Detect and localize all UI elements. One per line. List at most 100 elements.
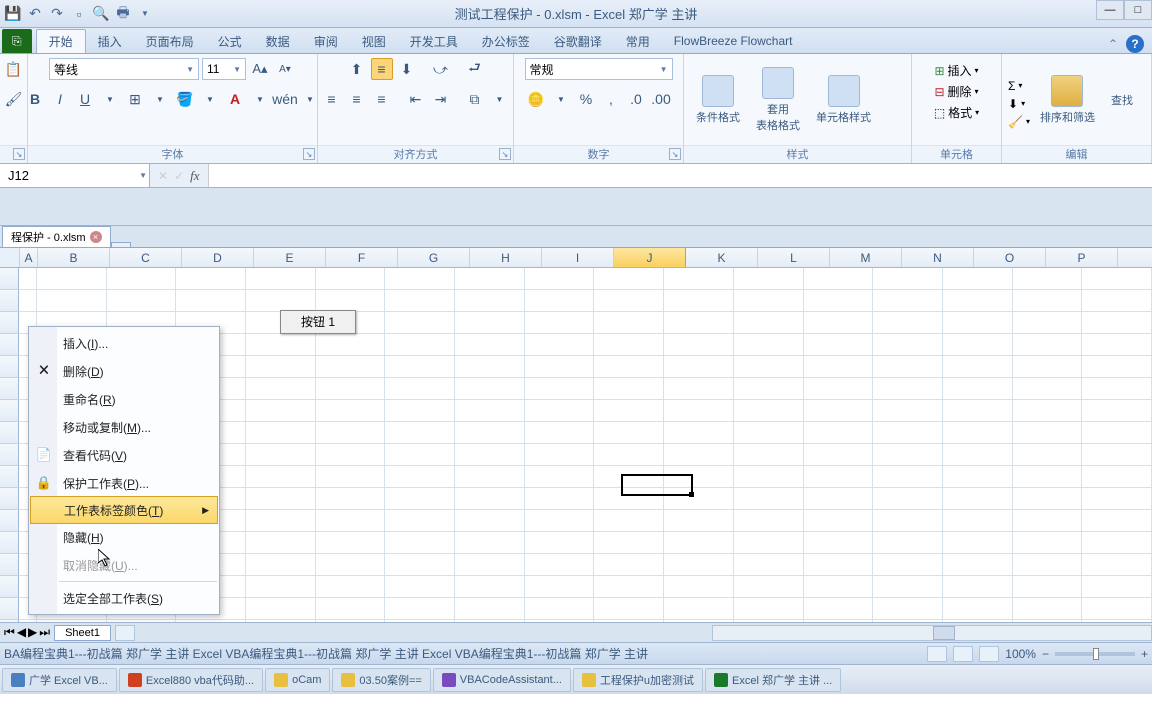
undo-icon[interactable]: ↶: [26, 5, 44, 23]
indent-dec-icon[interactable]: ⇤: [405, 88, 427, 110]
sheet-nav-first-icon[interactable]: ⏮: [4, 625, 15, 640]
percent-icon[interactable]: %: [575, 88, 597, 110]
col-header[interactable]: G: [398, 248, 470, 267]
print-icon[interactable]: 🖶: [114, 5, 132, 23]
align-bottom-icon[interactable]: ⬇: [396, 58, 418, 80]
conditional-format-button[interactable]: 条件格式: [690, 71, 746, 129]
sort-filter-button[interactable]: 排序和筛选: [1034, 71, 1101, 129]
collapse-ribbon-icon[interactable]: ⌃: [1108, 37, 1118, 51]
dec-decimal-icon[interactable]: .00: [650, 88, 672, 110]
align-center-icon[interactable]: ≡: [346, 88, 368, 110]
maximize-button[interactable]: □: [1124, 0, 1152, 20]
tab-common[interactable]: 常用: [614, 29, 662, 53]
paste-icon[interactable]: 📋: [3, 58, 25, 80]
close-icon[interactable]: ×: [90, 231, 102, 243]
zoom-out-button[interactable]: −: [1042, 647, 1049, 661]
tab-developer[interactable]: 开发工具: [398, 29, 470, 53]
wrap-text-icon[interactable]: ⮐: [464, 58, 486, 80]
font-launcher[interactable]: ↘: [303, 148, 315, 160]
sheet-nav-last-icon[interactable]: ⏭: [39, 625, 50, 640]
menu-protect[interactable]: 🔒保护工作表(P)...: [29, 469, 219, 497]
col-header[interactable]: O: [974, 248, 1046, 267]
currency-icon[interactable]: 🪙: [525, 88, 547, 110]
border-icon[interactable]: ⊞: [124, 88, 146, 110]
scrollbar-thumb[interactable]: [933, 626, 955, 640]
decrease-font-icon[interactable]: A▾: [274, 58, 296, 80]
tab-layout[interactable]: 页面布局: [134, 29, 206, 53]
view-normal-icon[interactable]: [927, 646, 947, 662]
col-header-selected[interactable]: J: [614, 248, 686, 267]
col-header[interactable]: K: [686, 248, 758, 267]
col-header[interactable]: L: [758, 248, 830, 267]
tab-office[interactable]: 办公标签: [470, 29, 542, 53]
print-preview-icon[interactable]: 🔍: [92, 5, 110, 23]
col-header[interactable]: N: [902, 248, 974, 267]
clipboard-launcher[interactable]: ↘: [13, 148, 25, 160]
col-header[interactable]: P: [1046, 248, 1118, 267]
menu-rename[interactable]: 重命名(R): [29, 385, 219, 413]
col-header[interactable]: H: [470, 248, 542, 267]
italic-button[interactable]: I: [49, 88, 71, 110]
new-icon[interactable]: ▫: [70, 5, 88, 23]
col-header[interactable]: C: [110, 248, 182, 267]
zoom-level[interactable]: 100%: [1005, 647, 1036, 661]
button-shape-1[interactable]: 按钮 1: [280, 310, 356, 334]
tab-flowbreeze[interactable]: FlowBreeze Flowchart: [662, 29, 805, 53]
number-launcher[interactable]: ↘: [669, 148, 681, 160]
sheet-nav-next-icon[interactable]: ▶: [28, 625, 37, 640]
comma-icon[interactable]: ,: [600, 88, 622, 110]
find-button[interactable]: 查找: [1105, 88, 1139, 112]
insert-cells-button[interactable]: ⊞ 插入 ▾: [934, 62, 978, 79]
workbook-tab-blank[interactable]: [111, 242, 131, 247]
align-right-icon[interactable]: ≡: [371, 88, 393, 110]
menu-select-all-sheets[interactable]: 选定全部工作表(S): [29, 584, 219, 612]
bold-button[interactable]: B: [24, 88, 46, 110]
task-item[interactable]: VBACodeAssistant...: [433, 668, 571, 692]
select-all-corner[interactable]: [0, 248, 20, 267]
format-cells-button[interactable]: ⬚ 格式 ▾: [934, 104, 979, 121]
task-item[interactable]: oCam: [265, 668, 330, 692]
col-header[interactable]: D: [182, 248, 254, 267]
cancel-formula-icon[interactable]: ✕: [158, 169, 168, 183]
font-name-select[interactable]: 等线▼: [49, 58, 199, 80]
menu-hide[interactable]: 隐藏(H): [29, 523, 219, 551]
col-header[interactable]: A: [20, 248, 38, 267]
table-format-button[interactable]: 套用 表格格式: [750, 63, 806, 137]
font-color-icon[interactable]: A: [224, 88, 246, 110]
menu-delete[interactable]: 🗙删除(D): [29, 357, 219, 385]
task-item[interactable]: 03.50案例==: [332, 668, 430, 692]
cell-styles-button[interactable]: 单元格样式: [810, 71, 877, 129]
menu-tab-color[interactable]: 工作表标签颜色(T)▶: [30, 496, 218, 524]
menu-insert[interactable]: 插入(I)...: [29, 329, 219, 357]
tab-home[interactable]: 开始: [36, 29, 86, 53]
formula-input[interactable]: [208, 164, 1152, 187]
tab-formulas[interactable]: 公式: [206, 29, 254, 53]
view-layout-icon[interactable]: [953, 646, 973, 662]
name-box[interactable]: J12▼: [0, 164, 150, 187]
save-icon[interactable]: 💾: [4, 5, 22, 23]
underline-more-icon[interactable]: ▼: [99, 88, 121, 110]
task-item[interactable]: 广学 Excel VB...: [2, 668, 117, 692]
tab-file[interactable]: ⎘: [2, 29, 32, 53]
tab-view[interactable]: 视图: [350, 29, 398, 53]
delete-cells-button[interactable]: ⊟ 删除 ▾: [934, 83, 978, 100]
task-item[interactable]: 工程保护u加密测试: [573, 668, 703, 692]
merge-icon[interactable]: ⧉: [464, 88, 486, 110]
enter-formula-icon[interactable]: ✓: [174, 169, 184, 183]
tab-translate[interactable]: 谷歌翻译: [542, 29, 614, 53]
increase-font-icon[interactable]: A▴: [249, 58, 271, 80]
col-header[interactable]: I: [542, 248, 614, 267]
col-header[interactable]: B: [38, 248, 110, 267]
clear-button[interactable]: 🧹▾: [1008, 115, 1030, 129]
align-launcher[interactable]: ↘: [499, 148, 511, 160]
tab-insert[interactable]: 插入: [86, 29, 134, 53]
merge-more-icon[interactable]: ▼: [489, 88, 511, 110]
task-item[interactable]: Excel880 vba代码助...: [119, 668, 263, 692]
col-header[interactable]: E: [254, 248, 326, 267]
menu-move-copy[interactable]: 移动或复制(M)...: [29, 413, 219, 441]
font-color-more-icon[interactable]: ▼: [249, 88, 271, 110]
help-icon[interactable]: ?: [1126, 35, 1144, 53]
autosum-button[interactable]: Σ ▾: [1008, 79, 1030, 93]
spreadsheet-grid[interactable]: A B C D E F G H I J K L M N O P 按钮 1 插入(…: [0, 248, 1152, 622]
new-sheet-button[interactable]: [115, 625, 135, 641]
